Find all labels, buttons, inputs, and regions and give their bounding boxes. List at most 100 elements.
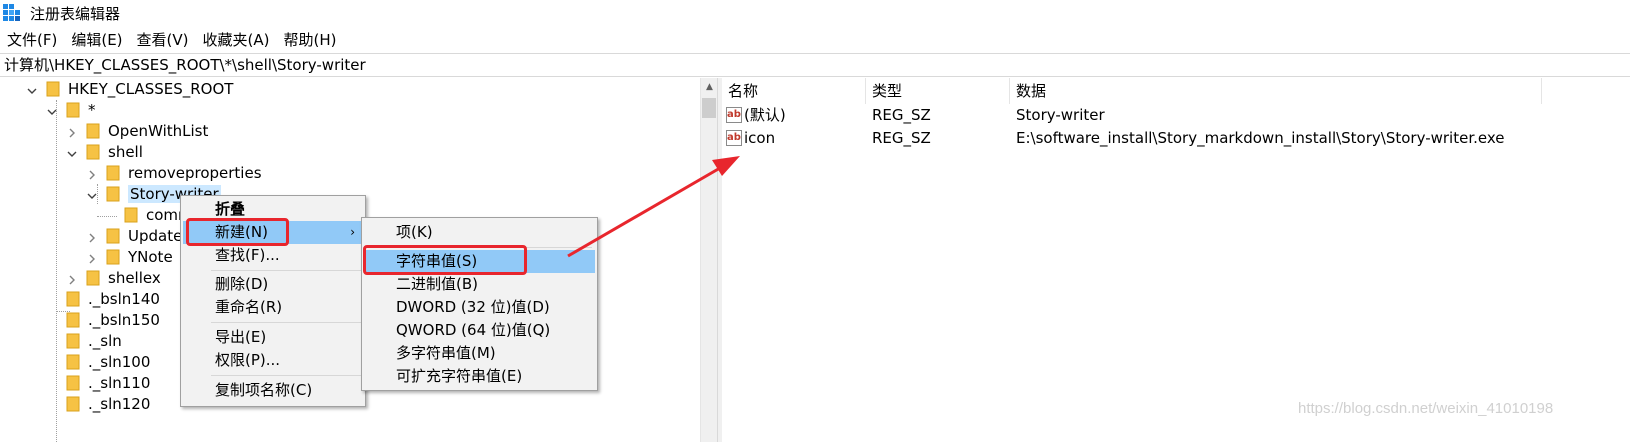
value-type: REG_SZ: [872, 129, 931, 147]
tree-item-label: ._sln110: [88, 374, 151, 392]
folder-icon: [106, 186, 120, 202]
folder-icon: [66, 375, 80, 391]
folder-icon: [66, 333, 80, 349]
watermark: https://blog.csdn.net/weixin_41010198: [1298, 400, 1554, 417]
string-value-icon: ab: [726, 107, 742, 123]
tree-scrollbar[interactable]: ▲: [700, 78, 717, 442]
tree-item-label: ._bsln150: [88, 311, 160, 329]
folder-icon: [66, 396, 80, 412]
tree-item-removeproperties[interactable]: removeproperties: [86, 162, 262, 184]
tree-item-label: ._sln120: [88, 395, 151, 413]
value-name: icon: [744, 129, 776, 147]
tree-item-sln[interactable]: ._sln: [66, 330, 122, 352]
tree-item-sln120[interactable]: ._sln120: [66, 393, 150, 415]
column-header-type[interactable]: 类型: [866, 78, 1010, 104]
folder-icon: [66, 354, 80, 370]
value-name: (默认): [744, 106, 786, 124]
tree-item-label: shell: [108, 143, 143, 161]
tree-item-updatei[interactable]: UpdateI: [86, 225, 187, 247]
submenu-item-multi-string-value[interactable]: 多字符串值(M): [364, 342, 595, 365]
tree-item-bsln150[interactable]: ._bsln150: [66, 309, 160, 331]
tree-item-ynote[interactable]: YNote: [86, 246, 173, 268]
menu-item-export[interactable]: 导出(E): [183, 326, 363, 349]
chevron-down-icon[interactable]: [86, 188, 98, 200]
scroll-thumb[interactable]: [702, 98, 716, 118]
menu-item-delete[interactable]: 删除(D): [183, 273, 363, 296]
address-bar[interactable]: 计算机\HKEY_CLASSES_ROOT\*\shell\Story-writ…: [0, 53, 1630, 77]
value-data: Story-writer: [1016, 106, 1105, 124]
value-row[interactable]: ab icon REG_SZ E:\software_install\Story…: [722, 127, 1630, 149]
menu-separator: [211, 270, 363, 271]
folder-icon: [106, 228, 120, 244]
submenu-item-expandable-string-value[interactable]: 可扩充字符串值(E): [364, 365, 595, 388]
values-list-pane: 名称 类型 数据 ab (默认) REG_SZ Story-writer ab …: [722, 78, 1630, 442]
tree-item-label: UpdateI: [128, 227, 187, 245]
tree-item-label: OpenWithList: [108, 122, 209, 140]
submenu-item-dword-value[interactable]: DWORD (32 位)值(D): [364, 296, 595, 319]
menu-view[interactable]: 查看(V): [130, 28, 196, 52]
scroll-up-icon[interactable]: ▲: [701, 78, 718, 95]
new-submenu: 项(K) 字符串值(S) 二进制值(B) DWORD (32 位)值(D) QW…: [361, 217, 598, 391]
chevron-down-icon[interactable]: [46, 104, 58, 116]
menu-bar: 文件(F) 编辑(E) 查看(V) 收藏夹(A) 帮助(H): [0, 28, 343, 52]
tree-item-label: ._bsln140: [88, 290, 160, 308]
chevron-down-icon[interactable]: [66, 146, 78, 158]
tree-item-shell[interactable]: shell: [66, 141, 143, 163]
value-row[interactable]: ab (默认) REG_SZ Story-writer: [722, 104, 1630, 126]
tree-item-openwithlist[interactable]: OpenWithList: [66, 120, 208, 142]
column-header-name[interactable]: 名称: [722, 78, 866, 104]
submenu-item-binary-value[interactable]: 二进制值(B): [364, 273, 595, 296]
tree-item-label: YNote: [128, 248, 173, 266]
tree-item-label: ._sln100: [88, 353, 151, 371]
menu-edit[interactable]: 编辑(E): [64, 28, 129, 52]
tree-item-label: shellex: [108, 269, 161, 287]
folder-icon: [66, 102, 80, 118]
tree-item-shellex[interactable]: shellex: [66, 267, 161, 289]
chevron-right-icon[interactable]: [86, 230, 98, 243]
menu-help[interactable]: 帮助(H): [276, 28, 343, 52]
folder-icon: [86, 144, 100, 160]
menu-item-rename[interactable]: 重命名(R): [183, 296, 363, 319]
tree-item-star[interactable]: *: [46, 99, 96, 121]
tree-item-label: HKEY_CLASSES_ROOT: [68, 80, 234, 98]
tree-item-label: removeproperties: [128, 164, 262, 182]
window-title: 注册表编辑器: [30, 4, 121, 23]
chevron-right-icon[interactable]: [66, 125, 78, 138]
list-header: 名称 类型 数据: [722, 78, 1630, 104]
menu-item-permissions[interactable]: 权限(P)...: [183, 349, 363, 372]
column-header-data[interactable]: 数据: [1010, 78, 1542, 104]
tree-item-hkey-classes-root[interactable]: HKEY_CLASSES_ROOT: [26, 78, 233, 100]
chevron-right-icon: ›: [350, 225, 355, 239]
chevron-right-icon[interactable]: [86, 167, 98, 180]
folder-icon: [46, 81, 60, 97]
menu-item-find[interactable]: 查找(F)...: [183, 244, 363, 267]
menu-file[interactable]: 文件(F): [0, 28, 64, 52]
string-value-icon: ab: [726, 130, 742, 146]
menu-separator: [211, 375, 363, 376]
folder-icon: [66, 291, 80, 307]
folder-icon: [86, 270, 100, 286]
annotation-box-string-value: [363, 245, 527, 275]
submenu-item-qword-value[interactable]: QWORD (64 位)值(Q): [364, 319, 595, 342]
folder-icon: [86, 123, 100, 139]
tree-item-label: *: [88, 101, 96, 119]
folder-icon: [124, 207, 138, 223]
title-bar: 注册表编辑器: [0, 0, 1630, 26]
tree-item-sln110[interactable]: ._sln110: [66, 372, 150, 394]
annotation-box-new: [186, 218, 289, 246]
folder-icon: [66, 312, 80, 328]
chevron-right-icon[interactable]: [66, 272, 78, 285]
tree-item-bsln140[interactable]: ._bsln140: [66, 288, 160, 310]
chevron-right-icon[interactable]: [86, 251, 98, 264]
menu-separator: [211, 322, 363, 323]
tree-item-label: ._sln: [88, 332, 122, 350]
value-data: E:\software_install\Story_markdown_insta…: [1016, 129, 1505, 147]
submenu-item-key[interactable]: 项(K): [364, 221, 595, 244]
chevron-down-icon[interactable]: [26, 83, 38, 95]
regedit-icon: [2, 3, 22, 23]
folder-icon: [106, 165, 120, 181]
folder-icon: [106, 249, 120, 265]
menu-item-copy-key-name[interactable]: 复制项名称(C): [183, 379, 363, 402]
menu-favorites[interactable]: 收藏夹(A): [196, 28, 277, 52]
tree-item-sln100[interactable]: ._sln100: [66, 351, 150, 373]
